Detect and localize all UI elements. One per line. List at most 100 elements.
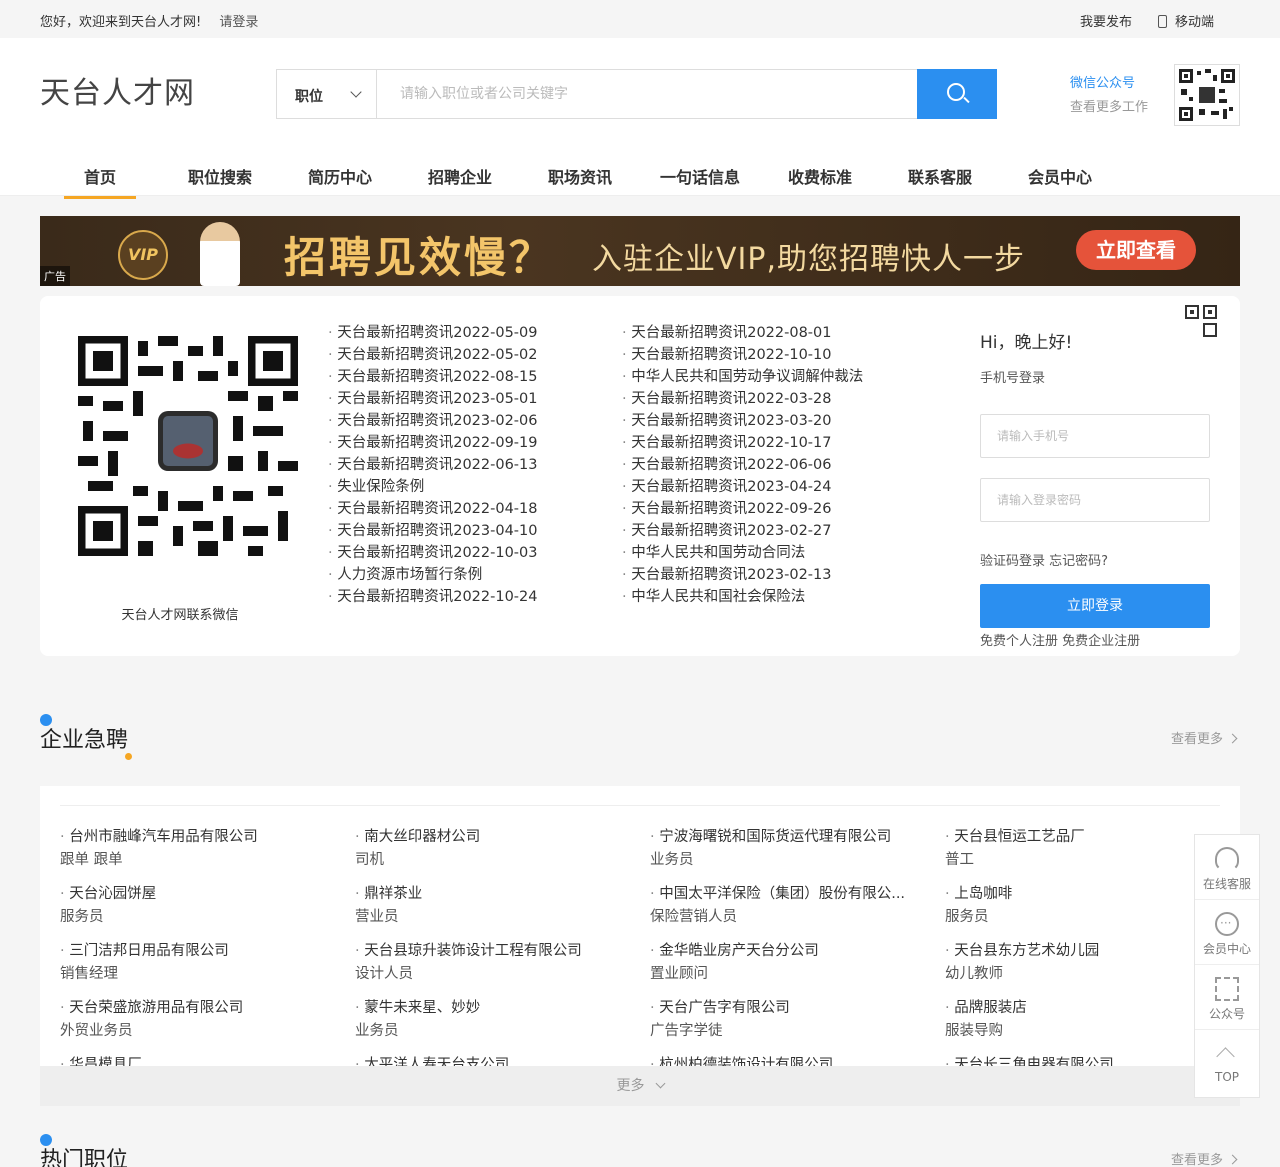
company-link[interactable]: 天台县恒运工艺品厂: [945, 826, 1215, 849]
banner-subline: 入驻企业VIP,助您招聘快人一步: [592, 242, 1025, 277]
position-link[interactable]: 司机: [355, 849, 650, 872]
company-link[interactable]: 宁波海曙锐和国际货运代理有限公司: [650, 826, 920, 849]
news-link[interactable]: 天台最新招聘资讯2022-04-18: [328, 498, 537, 520]
qr-login-toggle-icon[interactable]: [1184, 304, 1220, 340]
hot-more-link[interactable]: 查看更多: [1171, 1149, 1236, 1167]
news-link[interactable]: 天台最新招聘资讯2022-03-28: [622, 388, 863, 410]
company-link[interactable]: 南大丝印器材公司: [355, 826, 625, 849]
position-link[interactable]: 服装导购: [945, 1020, 1220, 1043]
company-link[interactable]: 蒙牛未来星、妙妙: [355, 997, 625, 1020]
position-link[interactable]: 幼儿教师: [945, 963, 1220, 986]
nav-companies[interactable]: 招聘企业: [400, 158, 520, 196]
nav-member-center[interactable]: 会员中心: [1000, 158, 1120, 196]
news-link[interactable]: 天台最新招聘资讯2023-04-24: [622, 476, 863, 498]
nav-career-news[interactable]: 职场资讯: [520, 158, 640, 196]
banner-cta-button[interactable]: 立即查看: [1076, 230, 1196, 270]
register-links[interactable]: 免费个人注册 免费企业注册: [980, 630, 1210, 649]
search-type-select[interactable]: 职位: [277, 70, 377, 118]
news-link[interactable]: 天台最新招聘资讯2022-08-15: [328, 366, 537, 388]
company-link[interactable]: 品牌服装店: [945, 997, 1215, 1020]
news-link[interactable]: 天台最新招聘资讯2022-06-13: [328, 454, 537, 476]
news-link[interactable]: 失业保险条例: [328, 476, 538, 498]
news-link[interactable]: 天台最新招聘资讯2022-10-10: [622, 344, 863, 366]
news-link[interactable]: 天台最新招聘资讯2022-05-09: [328, 322, 537, 344]
position-link[interactable]: 设计人员: [355, 963, 650, 986]
company-link[interactable]: 上岛咖啡: [945, 883, 1215, 906]
search-input[interactable]: [378, 70, 918, 118]
back-to-top-button[interactable]: TOP: [1195, 1030, 1259, 1095]
vip-banner-ad[interactable]: VIP 招聘见效慢？ 入驻企业VIP,助您招聘快人一步 立即查看 广告: [40, 216, 1240, 286]
news-link[interactable]: 天台最新招聘资讯2023-04-10: [328, 520, 537, 542]
news-link[interactable]: 天台最新招聘资讯2023-03-20: [622, 410, 863, 432]
company-link[interactable]: 鼎祥茶业: [355, 883, 625, 906]
company-link[interactable]: 三门洁邦日用品有限公司: [60, 940, 330, 963]
online-service-button[interactable]: 在线客服: [1195, 835, 1259, 900]
phone-input[interactable]: [980, 414, 1210, 458]
position-link[interactable]: 业务员: [650, 849, 945, 872]
company-link[interactable]: 天台荣盛旅游用品有限公司: [60, 997, 330, 1020]
wechat-qr-code: [1174, 64, 1240, 126]
site-logo[interactable]: 天台人才网: [40, 68, 195, 112]
login-link[interactable]: 请登录: [219, 11, 258, 30]
job-item: 天台广告字有限公司广告字学徒: [650, 997, 945, 1043]
position-link[interactable]: 服务员: [945, 906, 1220, 929]
company-link[interactable]: 天台县东方艺术幼儿园: [945, 940, 1215, 963]
expand-more-button[interactable]: 更多: [40, 1066, 1240, 1106]
news-link[interactable]: 中华人民共和国劳动合同法: [622, 542, 863, 564]
news-link[interactable]: 天台最新招聘资讯2022-06-06: [622, 454, 863, 476]
more-label: 更多: [616, 1078, 645, 1094]
company-link[interactable]: 天台县琼升装饰设计工程有限公司: [355, 940, 625, 963]
company-link[interactable]: 台州市融峰汽车用品有限公司: [60, 826, 330, 849]
news-link[interactable]: 天台最新招聘资讯2023-02-06: [328, 410, 537, 432]
nav-home[interactable]: 首页: [40, 158, 160, 199]
news-link[interactable]: 天台最新招聘资讯2022-10-03: [328, 542, 537, 564]
news-link[interactable]: 天台最新招聘资讯2022-10-17: [622, 432, 863, 454]
official-account-button[interactable]: 公众号: [1195, 965, 1259, 1030]
news-link[interactable]: 人力资源市场暂行条例: [328, 564, 538, 586]
position-link[interactable]: 保险营销人员: [650, 906, 945, 929]
main-nav: 首页 职位搜索 简历中心 招聘企业 职场资讯 一句话信息 收费标准 联系客服 会…: [40, 158, 1120, 199]
chevron-down-icon: [350, 86, 362, 98]
search-button[interactable]: [917, 69, 997, 119]
position-link[interactable]: 外贸业务员: [60, 1020, 355, 1043]
job-item: 宁波海曙锐和国际货运代理有限公司业务员: [650, 826, 945, 872]
news-link[interactable]: 天台最新招聘资讯2022-08-01: [622, 322, 863, 344]
wechat-title[interactable]: 微信公众号: [1070, 72, 1148, 96]
company-link[interactable]: 中国太平洋保险（集团）股份有限公...: [650, 883, 920, 906]
position-link[interactable]: 服务员: [60, 906, 355, 929]
news-link[interactable]: 天台最新招聘资讯2022-09-26: [622, 498, 863, 520]
news-link[interactable]: 中华人民共和国劳动争议调解仲裁法: [622, 366, 863, 388]
nav-job-search[interactable]: 职位搜索: [160, 158, 280, 196]
position-link[interactable]: 业务员: [355, 1020, 650, 1043]
ad-tag: 广告: [40, 266, 70, 286]
news-link[interactable]: 天台最新招聘资讯2023-02-27: [622, 520, 863, 542]
member-center-button[interactable]: 会员中心: [1195, 900, 1259, 965]
urgent-more-link[interactable]: 查看更多: [1171, 728, 1236, 747]
news-link[interactable]: 天台最新招聘资讯2023-05-01: [328, 388, 537, 410]
mobile-link[interactable]: 移动端: [1157, 11, 1214, 30]
news-link[interactable]: 天台最新招聘资讯2022-05-02: [328, 344, 537, 366]
news-link[interactable]: 天台最新招聘资讯2022-10-24: [328, 586, 537, 608]
login-button[interactable]: 立即登录: [980, 584, 1210, 628]
login-mode-label: 手机号登录: [980, 371, 1046, 386]
company-link[interactable]: 天台沁园饼屋: [60, 883, 330, 906]
publish-link[interactable]: 我要发布: [1080, 11, 1132, 30]
company-link[interactable]: 天台广告字有限公司: [650, 997, 920, 1020]
password-input[interactable]: [980, 478, 1210, 522]
job-item: 上岛咖啡服务员: [945, 883, 1220, 929]
news-link[interactable]: 天台最新招聘资讯2023-02-13: [622, 564, 863, 586]
news-link[interactable]: 中华人民共和国社会保险法: [622, 586, 863, 608]
news-link[interactable]: 天台最新招聘资讯2022-09-19: [328, 432, 537, 454]
nav-pricing[interactable]: 收费标准: [760, 158, 880, 196]
nav-contact-service[interactable]: 联系客服: [880, 158, 1000, 196]
position-link[interactable]: 普工: [945, 849, 1220, 872]
position-link[interactable]: 置业顾问: [650, 963, 945, 986]
company-link[interactable]: 金华皓业房产天台分公司: [650, 940, 920, 963]
position-link[interactable]: 广告字学徒: [650, 1020, 945, 1043]
position-link[interactable]: 营业员: [355, 906, 650, 929]
nav-one-line-info[interactable]: 一句话信息: [640, 158, 760, 196]
position-link[interactable]: 跟单 跟单: [60, 849, 355, 872]
nav-resume-center[interactable]: 简历中心: [280, 158, 400, 196]
login-links[interactable]: 验证码登录 忘记密码?: [980, 550, 1108, 569]
position-link[interactable]: 销售经理: [60, 963, 355, 986]
